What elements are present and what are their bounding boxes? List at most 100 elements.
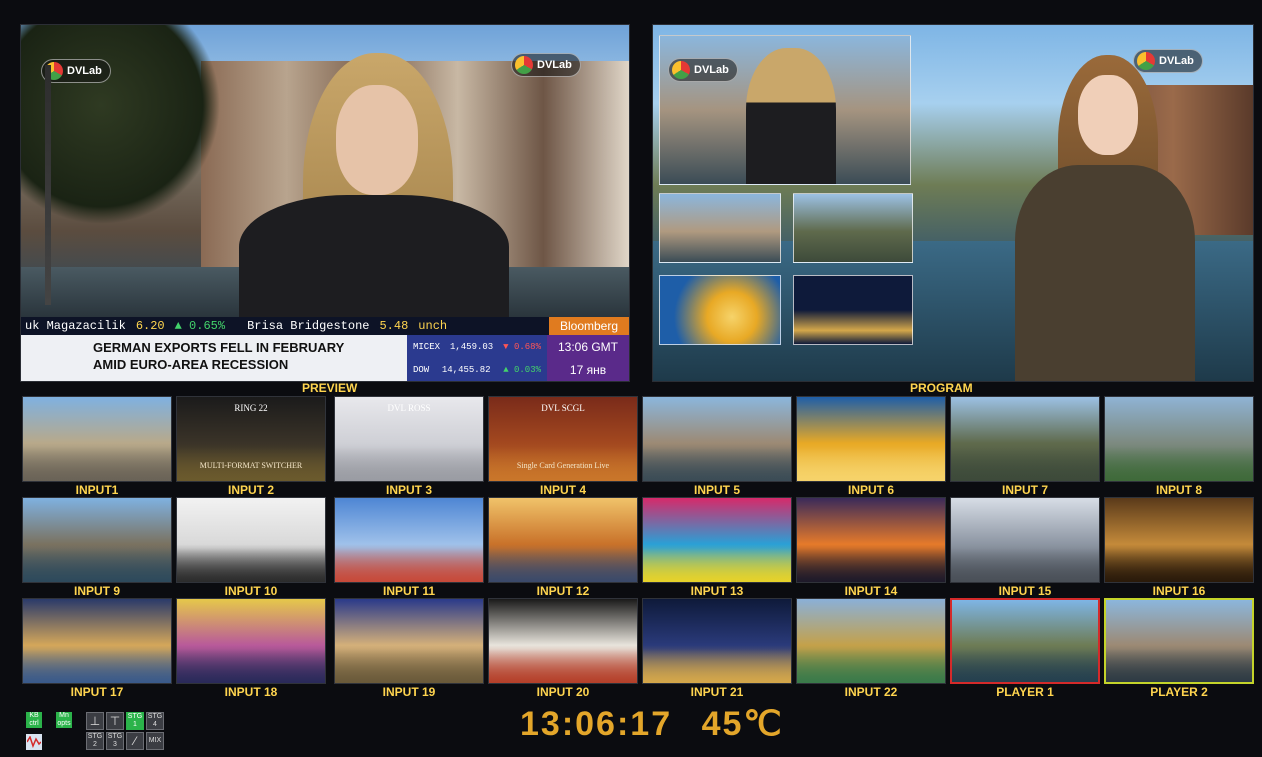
gmt-date: 17 янв (569, 362, 607, 377)
news-headline: GERMAN EXPORTS FELL IN FEBRUARY AMID EUR… (21, 335, 407, 381)
input-thumbnail[interactable] (1104, 497, 1254, 583)
waveform-icon[interactable] (26, 734, 42, 750)
thumbnail-foreground (489, 649, 637, 683)
input-thumbnail[interactable] (950, 598, 1100, 684)
input-thumbnail[interactable] (796, 497, 946, 583)
menu-options-button[interactable]: Mn opts (56, 712, 72, 728)
stg-2-button[interactable]: STG 2 (86, 732, 104, 750)
input-thumbnail[interactable] (796, 396, 946, 482)
input-thumbnail[interactable] (950, 396, 1100, 482)
mix-button[interactable]: MIX (146, 732, 164, 750)
thumbnail-foreground (1105, 548, 1253, 582)
input-thumbnail[interactable] (1104, 598, 1254, 684)
input-thumbnail[interactable] (488, 598, 638, 684)
input-thumbnail[interactable] (642, 598, 792, 684)
input-tile[interactable]: INPUT 13 (642, 497, 792, 599)
input-tile[interactable]: INPUT1 (22, 396, 172, 498)
input-tile[interactable]: PLAYER 2 (1104, 598, 1254, 700)
transition-icon[interactable]: ⁄ (126, 732, 144, 750)
input-thumbnail[interactable] (950, 497, 1100, 583)
input-tile[interactable]: INPUT 5 (642, 396, 792, 498)
headline-line-2: AMID EURO-AREA RECESSION (93, 357, 289, 372)
input-thumbnail[interactable] (642, 497, 792, 583)
ticker-stock-value: 6.20 (135, 319, 165, 333)
split-up-button[interactable]: ⊥ (86, 712, 104, 730)
presenter-face (1078, 75, 1138, 155)
input-label: INPUT 5 (693, 483, 740, 497)
input-tile[interactable]: INPUT 15 (950, 497, 1100, 599)
input-tile[interactable]: INPUT 8 (1104, 396, 1254, 498)
input-thumbnail[interactable] (22, 396, 172, 482)
input-thumbnail[interactable] (488, 497, 638, 583)
input-tile[interactable]: INPUT 19 (334, 598, 484, 700)
thumbnail-foreground (952, 649, 1098, 682)
input-tile[interactable]: PLAYER 1 (950, 598, 1100, 700)
input-thumbnail[interactable]: DVL ROSS (334, 396, 484, 482)
input-thumbnail[interactable] (22, 497, 172, 583)
logo-text: DVLab (1159, 55, 1194, 67)
market-index-panel: MICEX 1,459.03 ▼ 0.68% DOW 14,455.82 ▲ 0… (407, 335, 547, 381)
input-thumbnail[interactable] (176, 497, 326, 583)
input-thumbnail[interactable] (642, 396, 792, 482)
logo-text: DVLab (67, 65, 102, 77)
input-tile[interactable]: DVL SCGL Single Card Generation Live INPUT… (488, 396, 638, 498)
input-tile[interactable]: INPUT 10 (176, 497, 326, 599)
input-thumbnail[interactable] (334, 598, 484, 684)
logo-text: DVLab (537, 59, 572, 71)
temperature-readout: 45℃ (701, 705, 784, 743)
input-tile[interactable]: INPUT 22 (796, 598, 946, 700)
input-label: INPUT 9 (73, 584, 120, 598)
stg-3-button[interactable]: STG 3 (106, 732, 124, 750)
input-tile[interactable]: INPUT 11 (334, 497, 484, 599)
thumbnail-caption: DVL SCGL (541, 403, 585, 413)
input-tile[interactable]: INPUT 17 (22, 598, 172, 700)
ticker-stock-name: Brisa Bridgestone (247, 319, 370, 333)
input-label: INPUT 13 (690, 584, 744, 598)
input-tile[interactable]: INPUT 20 (488, 598, 638, 700)
input-tile[interactable]: INPUT 16 (1104, 497, 1254, 599)
waveform-icon-graphic (27, 736, 41, 748)
thumbnail-foreground (643, 447, 791, 481)
input-thumbnail[interactable] (334, 497, 484, 583)
input-thumbnail[interactable]: RING 22 MULTI-FORMAT SWITCHER (176, 396, 326, 482)
thumbnail-foreground (643, 649, 791, 683)
input-thumbnail[interactable] (1104, 396, 1254, 482)
thumbnail-foreground (335, 548, 483, 582)
input-label: PLAYER 1 (996, 685, 1054, 699)
input-tile[interactable]: INPUT 7 (950, 396, 1100, 498)
input-tile[interactable]: INPUT 14 (796, 497, 946, 599)
input-label: INPUT 7 (1001, 483, 1048, 497)
input-tile[interactable]: DVL ROSS INPUT 3 (334, 396, 484, 498)
split-down-button[interactable]: ⊤ (106, 712, 124, 730)
input-tile[interactable]: RING 22 MULTI-FORMAT SWITCHER INPUT 2 (176, 396, 326, 498)
dvlab-logo-pip: DVLab (668, 58, 738, 82)
market-name: DOW (413, 364, 430, 375)
market-name: MICEX (413, 341, 441, 352)
tree-foliage (21, 25, 221, 225)
input-thumbnail[interactable]: DVL SCGL Single Card Generation Live (488, 396, 638, 482)
program-monitor[interactable]: DVLab DVLab (652, 24, 1254, 382)
stg-1-button[interactable]: STG 1 (126, 712, 144, 730)
system-clock: 13:06:17 45℃ (520, 704, 784, 744)
input-tile[interactable]: INPUT 18 (176, 598, 326, 700)
kb-control-button[interactable]: KB ctrl (26, 712, 42, 728)
input-tile[interactable]: INPUT 9 (22, 497, 172, 599)
thumbnail-foreground (797, 649, 945, 683)
headline-line-1: GERMAN EXPORTS FELL IN FEBRUARY (93, 340, 345, 355)
thumbnail-foreground (23, 447, 171, 481)
input-label: INPUT 4 (539, 483, 586, 497)
input-label: INPUT 10 (224, 584, 278, 598)
thumbnail-foreground (23, 548, 171, 582)
thumbnail-foreground (177, 548, 325, 582)
program-label: PROGRAM (910, 381, 973, 395)
thumbnail-foreground (335, 447, 483, 481)
input-label: INPUT1 (75, 483, 119, 497)
input-tile[interactable]: INPUT 21 (642, 598, 792, 700)
input-tile[interactable]: INPUT 6 (796, 396, 946, 498)
input-tile[interactable]: INPUT 12 (488, 497, 638, 599)
input-thumbnail[interactable] (796, 598, 946, 684)
input-thumbnail[interactable] (176, 598, 326, 684)
input-thumbnail[interactable] (22, 598, 172, 684)
preview-monitor[interactable]: DVLab DVLab uk Magazacilik 6.20 ▲ 0.65% … (20, 24, 630, 382)
stg-4-button[interactable]: STG 4 (146, 712, 164, 730)
